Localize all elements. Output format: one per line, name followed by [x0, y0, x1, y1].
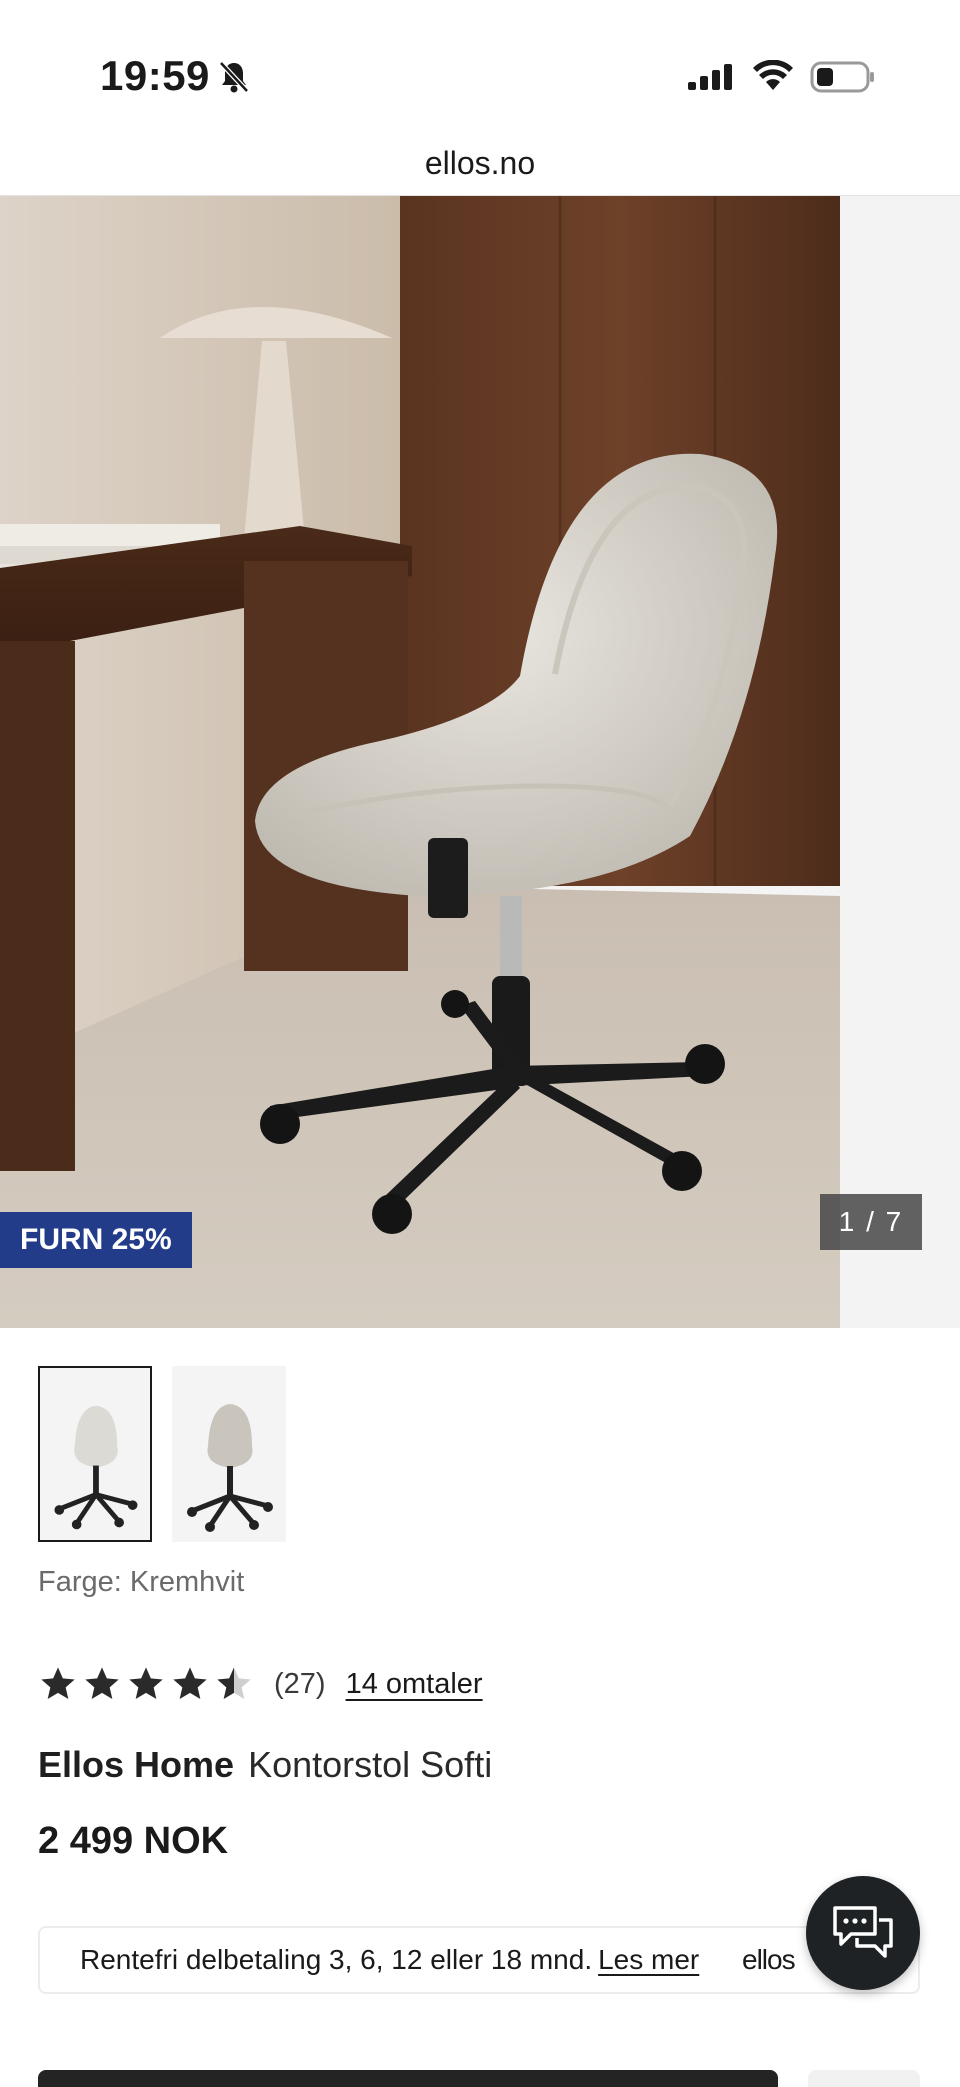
star-half-icon [217, 1667, 251, 1699]
next-image-preview[interactable] [840, 196, 960, 1328]
product-title: Ellos Home Kontorstol Softi [38, 1744, 492, 1786]
discount-badge: FURN 25% [0, 1212, 192, 1268]
rating-stars [38, 1664, 254, 1704]
chat-button[interactable] [806, 1876, 920, 1990]
chat-bubbles-icon [833, 1906, 893, 1958]
office-chair-photo [0, 196, 840, 1328]
product-price: 2 499 NOK [38, 1820, 229, 1862]
reviews-link[interactable]: 14 omtaler [346, 1668, 483, 1701]
product-brand[interactable]: Ellos Home [38, 1744, 234, 1785]
product-image-gallery[interactable]: FURN 25% 1 / 7 [0, 196, 960, 1328]
product-rating: (27) 14 omtaler [38, 1660, 483, 1708]
star-full-icon [85, 1667, 119, 1699]
ellos-logo: ellos [742, 1944, 796, 1975]
star-full-icon [41, 1667, 75, 1699]
color-label: Farge: Kremhvit [38, 1566, 245, 1598]
product-hero-image[interactable] [0, 196, 840, 1328]
installment-banner: Rentefri delbetaling 3, 6, 12 eller 18 m… [38, 1926, 920, 1994]
url-text: ellos.no [424, 145, 536, 181]
product-name: Kontorstol Softi [248, 1744, 493, 1785]
favorite-button[interactable] [808, 2070, 920, 2087]
add-to-cart-button[interactable] [38, 2070, 778, 2087]
bell-slash-icon [219, 61, 249, 93]
installment-text: Rentefri delbetaling 3, 6, 12 eller 18 m… [80, 1944, 593, 1975]
review-count: (27) [274, 1667, 326, 1700]
status-bar: 19:59 [0, 0, 960, 130]
chair-thumbnail-image [187, 1404, 273, 1532]
battery-icon [810, 61, 874, 93]
read-more-link[interactable]: Les mer [598, 1944, 699, 1975]
browser-address-bar[interactable]: ellos.no [0, 130, 960, 196]
status-time: 19:59 [100, 52, 210, 99]
thumbnail-2[interactable] [172, 1366, 286, 1542]
star-full-icon [129, 1667, 163, 1699]
chair-thumbnail-image [54, 1405, 138, 1530]
image-counter: 1 / 7 [820, 1194, 922, 1250]
wifi-icon [753, 60, 793, 90]
installment-text-wrap: Rentefri delbetaling 3, 6, 12 eller 18 m… [80, 1928, 699, 1992]
thumbnail-1[interactable] [38, 1366, 152, 1542]
cellular-signal-icon [688, 64, 732, 90]
star-full-icon [173, 1667, 207, 1699]
